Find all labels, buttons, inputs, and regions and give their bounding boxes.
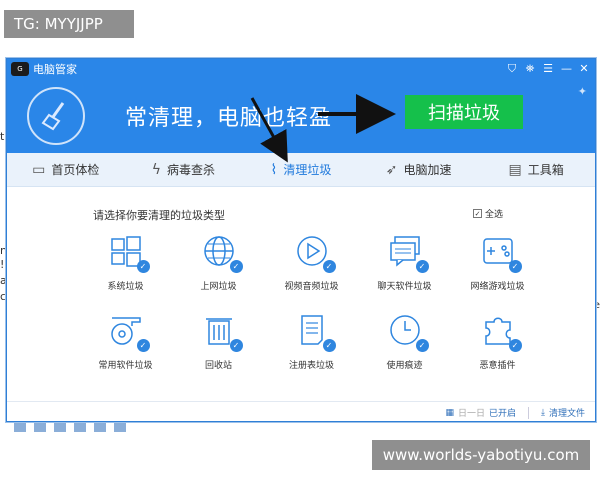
junk-item-games[interactable]: ✓ 网络游戏垃圾 bbox=[451, 231, 544, 292]
junk-item-label: 系统垃圾 bbox=[107, 282, 144, 292]
window-controls: ⛉ ⛯ ☰ — ✕ bbox=[507, 62, 595, 76]
background-page-fragment: t bbox=[0, 130, 5, 143]
clean-files-link[interactable]: 清理文件 bbox=[549, 406, 585, 419]
main-tabs: ▭ 首页体检 ϟ 病毒查杀 ⌇ 清理垃圾 ➶ 电脑加速 ▤ 工具箱 bbox=[7, 153, 595, 187]
banner: 常清理，电脑也轻盈 扫描垃圾 ✦ bbox=[7, 79, 595, 153]
footer-bar: ▦ 日一日 已开启 ⤓ 清理文件 bbox=[7, 401, 595, 423]
download-icon: ⤓ bbox=[541, 407, 545, 418]
junk-item-label: 常用软件垃圾 bbox=[98, 361, 153, 371]
junk-item-label: 回收站 bbox=[204, 361, 232, 371]
junk-item-recycle-bin[interactable]: ✓ 回收站 bbox=[172, 310, 265, 371]
junk-item-chat[interactable]: ✓ 聊天软件垃圾 bbox=[358, 231, 451, 292]
background-taskbar-icons bbox=[14, 422, 126, 432]
lightning-icon: ϟ bbox=[151, 161, 161, 178]
junk-item-registry[interactable]: ✓ 注册表垃圾 bbox=[265, 310, 358, 371]
checked-icon[interactable]: ✓ bbox=[229, 260, 243, 273]
sparkle-icon[interactable]: ✦ bbox=[578, 85, 587, 98]
toolbox-icon: ▤ bbox=[508, 161, 522, 178]
junk-item-label: 聊天软件垃圾 bbox=[377, 282, 432, 292]
menu-icon[interactable]: ☰ bbox=[543, 62, 553, 76]
broom-icon: ⌇ bbox=[270, 161, 278, 178]
slogan: 常清理，电脑也轻盈 bbox=[125, 106, 333, 131]
junk-type-grid: ✓ 系统垃圾 ✓ 上网垃圾 ✓ 视频音频垃圾 ✓ 聊天软件垃圾 ✓ 网络游戏垃圾… bbox=[79, 231, 544, 371]
checked-icon[interactable]: ✓ bbox=[322, 339, 336, 352]
tab-label: 病毒查杀 bbox=[167, 163, 216, 177]
junk-item-label: 注册表垃圾 bbox=[288, 361, 334, 371]
junk-item-media[interactable]: ✓ 视频音频垃圾 bbox=[265, 231, 358, 292]
junk-item-label: 使用痕迹 bbox=[386, 361, 423, 371]
junk-item-label: 上网垃圾 bbox=[200, 282, 237, 292]
tab-virus-scan[interactable]: ϟ 病毒查杀 bbox=[125, 153, 243, 186]
junk-item-usage-traces[interactable]: ✓ 使用痕迹 bbox=[358, 310, 451, 371]
clean-content: 请选择你要清理的垃圾类型 ✓ 全选 ✓ 系统垃圾 ✓ 上网垃圾 ✓ 视频音频垃圾… bbox=[7, 187, 595, 423]
shield-icon[interactable]: ⛉ bbox=[507, 62, 517, 76]
junk-item-internet[interactable]: ✓ 上网垃圾 bbox=[172, 231, 265, 292]
schedule-status-link[interactable]: 已开启 bbox=[489, 406, 516, 419]
watermark: www.worlds-yabotiyu.com bbox=[372, 440, 590, 470]
rocket-icon: ➶ bbox=[385, 161, 398, 178]
checked-icon[interactable]: ✓ bbox=[136, 260, 150, 273]
shirt-icon[interactable]: ⛯ bbox=[525, 62, 535, 76]
junk-item-software[interactable]: ✓ 常用软件垃圾 bbox=[79, 310, 172, 371]
tab-toolbox[interactable]: ▤ 工具箱 bbox=[477, 153, 595, 186]
checked-icon[interactable]: ✓ bbox=[508, 339, 522, 352]
checked-icon[interactable]: ✓ bbox=[229, 339, 243, 352]
broom-icon bbox=[27, 87, 85, 145]
monitor-icon: ▭ bbox=[32, 161, 46, 178]
tab-label: 电脑加速 bbox=[403, 163, 452, 177]
tag-label: TG: MYYJJPP bbox=[4, 10, 134, 38]
checked-icon[interactable]: ✓ bbox=[508, 260, 522, 273]
junk-item-label: 恶意插件 bbox=[479, 361, 516, 371]
tab-speed-up[interactable]: ➶ 电脑加速 bbox=[360, 153, 478, 186]
calendar-icon: ▦ bbox=[445, 407, 454, 418]
tab-label: 清理垃圾 bbox=[283, 163, 332, 177]
minimize-icon[interactable]: — bbox=[561, 62, 572, 76]
section-prompt: 请选择你要清理的垃圾类型 bbox=[93, 209, 225, 222]
scan-junk-button[interactable]: 扫描垃圾 bbox=[405, 95, 523, 129]
schedule-prefix: 日一日 bbox=[457, 409, 485, 419]
footer-divider bbox=[528, 406, 529, 419]
select-all-label: 全选 bbox=[485, 210, 504, 220]
background-page-fragment: ! bbox=[0, 258, 5, 271]
checked-icon[interactable]: ✓ bbox=[415, 260, 429, 273]
checkbox-icon: ✓ bbox=[473, 209, 482, 218]
select-all-checkbox[interactable]: ✓ 全选 bbox=[473, 207, 503, 220]
junk-item-malicious-plugins[interactable]: ✓ 恶意插件 bbox=[451, 310, 544, 371]
tab-label: 首页体检 bbox=[51, 163, 100, 177]
close-icon[interactable]: ✕ bbox=[579, 62, 589, 76]
title-bar: G 电脑管家 ⛉ ⛯ ☰ — ✕ bbox=[7, 59, 595, 79]
tab-home-checkup[interactable]: ▭ 首页体检 bbox=[7, 153, 125, 186]
app-logo-icon: G bbox=[11, 62, 29, 76]
junk-item-label: 视频音频垃圾 bbox=[284, 282, 339, 292]
tab-clean-junk[interactable]: ⌇ 清理垃圾 bbox=[242, 153, 360, 186]
tab-label: 工具箱 bbox=[527, 163, 564, 177]
junk-item-label: 网络游戏垃圾 bbox=[470, 282, 525, 292]
checked-icon[interactable]: ✓ bbox=[322, 260, 336, 273]
app-title: 电脑管家 bbox=[33, 63, 77, 76]
checked-icon[interactable]: ✓ bbox=[415, 339, 429, 352]
app-window: G 电脑管家 ⛉ ⛯ ☰ — ✕ 常清理，电脑也轻盈 扫描垃圾 ✦ ▭ 首页体检… bbox=[6, 58, 596, 422]
junk-item-system[interactable]: ✓ 系统垃圾 bbox=[79, 231, 172, 292]
checked-icon[interactable]: ✓ bbox=[136, 339, 150, 352]
